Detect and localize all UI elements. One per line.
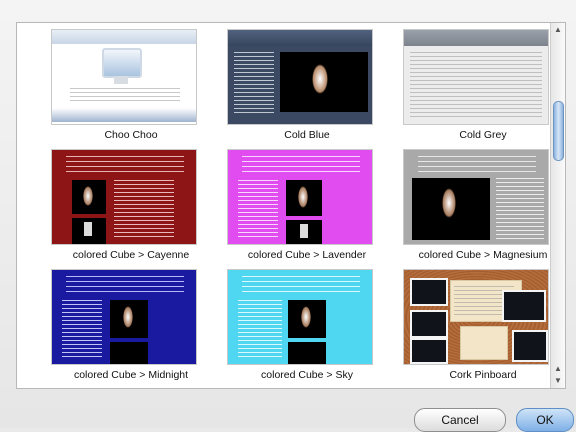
scroll-down-arrow-icon[interactable]: ▼ xyxy=(553,376,563,386)
template-label: Cork Pinboard xyxy=(449,369,517,381)
template-label: Cold Blue xyxy=(284,129,330,141)
template-grid: Choo Choo Cold Blue Cold Grey colored Cu… xyxy=(16,22,566,389)
template-label: Choo Choo xyxy=(104,129,158,141)
scroll-up-arrow-icon[interactable]: ▲ xyxy=(553,25,563,35)
vertical-scrollbar[interactable]: ▲ ▲ ▼ xyxy=(550,23,565,388)
template-chooser-sheet: Choo Choo Cold Blue Cold Grey colored Cu… xyxy=(0,0,576,432)
template-thumbnail xyxy=(227,269,373,365)
template-label: Cold Grey xyxy=(459,129,507,141)
scroll-up-arrow-icon[interactable]: ▲ xyxy=(553,364,563,374)
template-label: colored Cube > Sky xyxy=(261,369,353,381)
template-thumbnail xyxy=(51,269,197,365)
template-label: colored Cube > Cayenne xyxy=(72,249,190,261)
ok-button[interactable]: OK xyxy=(516,408,574,432)
template-label: colored Cube > Magnesium xyxy=(418,249,548,261)
template-thumbnail xyxy=(227,149,373,245)
template-label: colored Cube > Lavender xyxy=(247,249,367,261)
template-thumbnail xyxy=(403,149,549,245)
template-thumbnail xyxy=(403,29,549,125)
template-thumbnail xyxy=(51,149,197,245)
template-thumbnail xyxy=(51,29,197,125)
scrollbar-thumb[interactable] xyxy=(553,101,564,161)
template-thumbnail xyxy=(227,29,373,125)
template-thumbnail xyxy=(403,269,549,365)
template-label: colored Cube > Midnight xyxy=(73,369,189,381)
cancel-button[interactable]: Cancel xyxy=(414,408,506,432)
